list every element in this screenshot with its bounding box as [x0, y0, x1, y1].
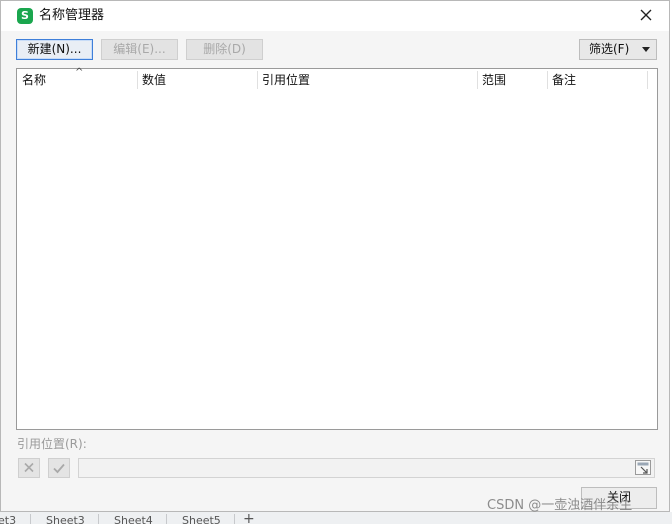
screen: et3 Sheet3 Sheet4 Sheet5 + S 名称管理器 新建(N)…: [0, 0, 672, 524]
check-icon: [53, 463, 65, 474]
column-header-value[interactable]: 数值: [137, 69, 257, 91]
list-header: 名称 ^ 数值 引用位置 范围 备注: [17, 67, 657, 91]
sheet-tab[interactable]: et3: [0, 515, 16, 524]
edit-button[interactable]: 编辑(E)...: [101, 39, 178, 60]
names-list[interactable]: 名称 ^ 数值 引用位置 范围 备注: [16, 68, 658, 430]
chevron-down-icon: [642, 47, 650, 52]
confirm-edit-button[interactable]: [48, 458, 70, 478]
reference-label: 引用位置(R):: [17, 437, 87, 451]
filter-label: 筛选(F): [589, 42, 630, 56]
column-header-scope[interactable]: 范围: [477, 69, 547, 91]
cross-icon: [24, 462, 34, 473]
sheet-tab[interactable]: Sheet5: [182, 515, 221, 524]
new-button[interactable]: 新建(N)...: [16, 39, 93, 60]
close-icon[interactable]: [637, 6, 655, 24]
reference-input[interactable]: [78, 458, 655, 478]
collapse-dialog-icon[interactable]: [635, 460, 651, 475]
add-sheet-icon[interactable]: +: [243, 512, 255, 524]
title-bar: S 名称管理器: [1, 1, 669, 31]
name-manager-dialog: S 名称管理器 新建(N)... 编辑(E)... 删除(D) 筛选(F) 名称…: [0, 0, 670, 512]
delete-button[interactable]: 删除(D): [186, 39, 263, 60]
watermark: CSDN @一壶浊酒伴余生: [487, 498, 633, 513]
cancel-edit-button[interactable]: [18, 458, 40, 478]
column-divider[interactable]: [647, 71, 648, 89]
wps-spreadsheet-icon: S: [17, 8, 33, 24]
dialog-title: 名称管理器: [39, 8, 105, 23]
filter-dropdown[interactable]: 筛选(F): [579, 39, 657, 60]
column-header-comment[interactable]: 备注: [547, 69, 647, 91]
sheet-tab[interactable]: Sheet3: [46, 515, 85, 524]
sheet-tab[interactable]: Sheet4: [114, 515, 153, 524]
sort-ascending-icon: ^: [75, 67, 84, 78]
column-header-reference[interactable]: 引用位置: [257, 69, 477, 91]
